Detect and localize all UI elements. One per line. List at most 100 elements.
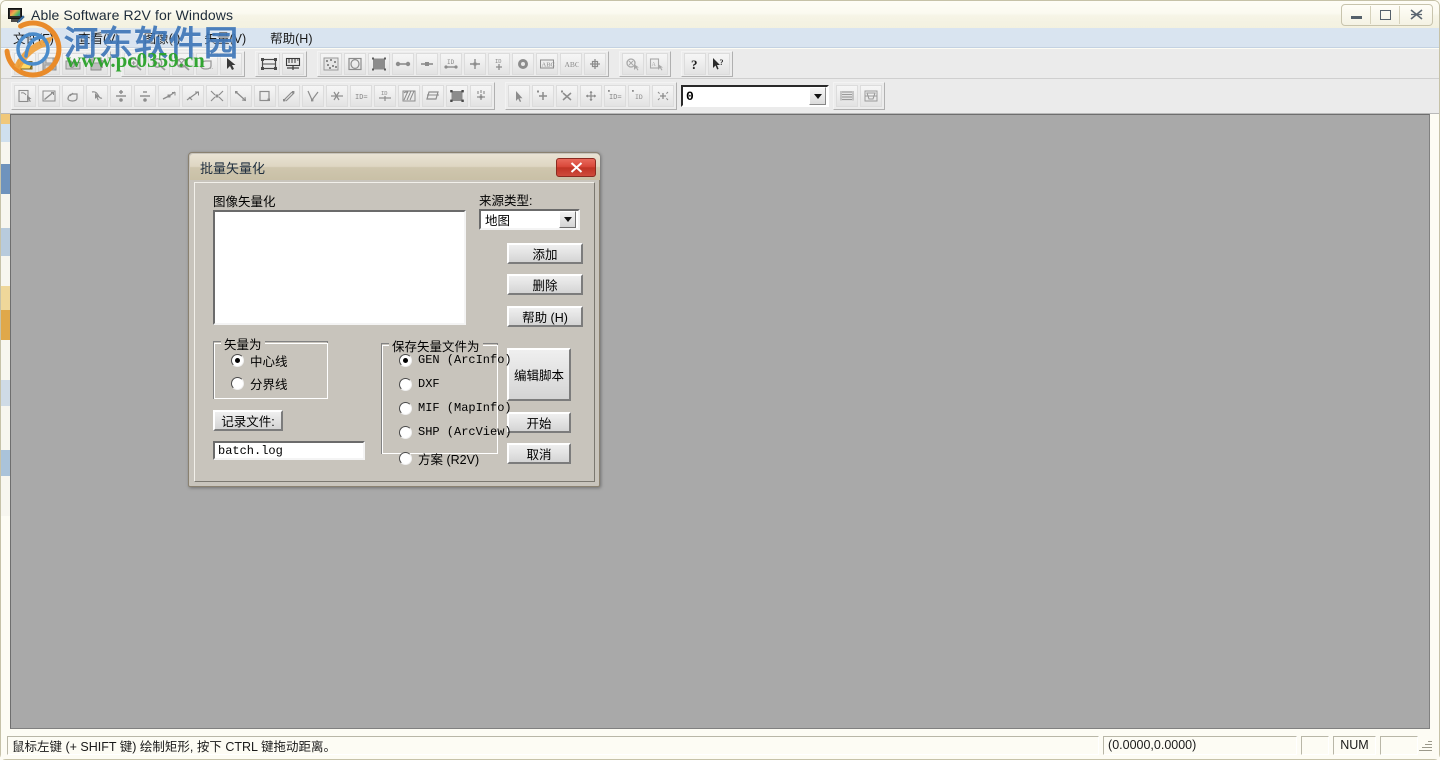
point-id-show-icon[interactable]: ID: [628, 85, 650, 107]
line-node-icon[interactable]: [392, 52, 414, 75]
toolbar-group-image-ops: [255, 50, 307, 77]
statusbar: 鼠标左键 (+ SHIFT 键) 绘制矩形, 按下 CTRL 键拖动距离。 (0…: [1, 731, 1439, 759]
image-crop-icon[interactable]: [258, 52, 280, 75]
highlight-point-icon[interactable]: [652, 85, 674, 107]
node-marker-icon[interactable]: [584, 52, 606, 75]
raster-frame-icon[interactable]: [344, 52, 366, 75]
collapse-nodes-icon[interactable]: [206, 85, 228, 107]
help-question-icon[interactable]: ?: [684, 52, 706, 75]
minimize-button[interactable]: [1342, 5, 1371, 24]
status-message: 鼠标左键 (+ SHIFT 键) 绘制矩形, 按下 CTRL 键拖动距离。: [7, 735, 1100, 755]
point-id-edit-icon[interactable]: ID=: [604, 85, 626, 107]
split-line-icon[interactable]: [158, 85, 180, 107]
parallel-line-icon[interactable]: [278, 85, 300, 107]
log-file-button[interactable]: 记录文件:: [213, 410, 283, 431]
layer-select-combo[interactable]: 0: [681, 85, 829, 107]
radio-boundary[interactable]: 分界线: [231, 374, 288, 393]
angle-line-icon[interactable]: [302, 85, 324, 107]
resize-grip[interactable]: [1418, 738, 1432, 752]
save-disk-icon[interactable]: [38, 52, 60, 75]
rectangle-icon[interactable]: [254, 85, 276, 107]
maximize-button[interactable]: [1371, 5, 1400, 24]
edit-script-button[interactable]: 编辑脚本: [507, 348, 571, 401]
raster-noise-icon[interactable]: [320, 52, 342, 75]
log-file-input[interactable]: batch.log: [213, 441, 365, 460]
layer-properties-icon[interactable]: [860, 85, 882, 107]
raster-fill-icon[interactable]: [368, 52, 390, 75]
chevron-down-icon[interactable]: [809, 87, 826, 105]
delete-button[interactable]: 删除: [507, 274, 583, 295]
menu-help[interactable]: 帮助(H): [258, 26, 324, 49]
dialog-close-button[interactable]: [556, 157, 596, 177]
layer-select-value: 0: [686, 88, 694, 104]
select-text-icon[interactable]: A: [646, 52, 668, 75]
status-pane-small: [1300, 735, 1329, 755]
pointer-small-icon[interactable]: [508, 85, 530, 107]
menu-image[interactable]: 图像(I): [132, 26, 193, 49]
move-point-icon[interactable]: [580, 85, 602, 107]
draw-line-icon[interactable]: [38, 85, 60, 107]
arrow-select-icon[interactable]: [220, 52, 242, 75]
hatch-area-icon[interactable]: [398, 85, 420, 107]
start-button[interactable]: 开始: [507, 412, 571, 433]
open-folder-icon[interactable]: [14, 52, 36, 75]
source-type-combo[interactable]: 地图: [479, 209, 580, 230]
zoom-out-icon[interactable]: [148, 52, 170, 75]
toolbar-group-vector-display: ID ID ABC ABC: [317, 50, 609, 77]
add-node-icon[interactable]: [110, 85, 132, 107]
trace-hand-icon[interactable]: [62, 85, 84, 107]
line-id-icon[interactable]: ID: [440, 52, 462, 75]
cut-line-icon[interactable]: [326, 85, 348, 107]
circle-target-icon[interactable]: [512, 52, 534, 75]
menu-vector[interactable]: 矢量(V): [192, 26, 258, 49]
point-id-icon[interactable]: ID: [488, 52, 510, 75]
layers-list-icon[interactable]: [836, 85, 858, 107]
polygon-icon[interactable]: [422, 85, 444, 107]
pan-hand-icon[interactable]: ..: [196, 52, 218, 75]
help-context-icon[interactable]: ?: [708, 52, 730, 75]
close-button[interactable]: [1400, 6, 1432, 24]
point-cross-icon[interactable]: [464, 52, 486, 75]
radio-shp-arcview[interactable]: SHP (ArcView): [399, 425, 512, 439]
menu-view[interactable]: 查看(V): [66, 26, 132, 49]
toolbar-group-layers: [833, 82, 885, 110]
menubar: 文件(F) 查看(V) 图像(I) 矢量(V) 帮助(H): [1, 28, 1439, 48]
follow-line-icon[interactable]: [86, 85, 108, 107]
image-register-icon[interactable]: [282, 52, 304, 75]
join-line-icon[interactable]: [182, 85, 204, 107]
delete-node-icon[interactable]: [134, 85, 156, 107]
svg-text:ID: ID: [635, 93, 643, 101]
add-point-icon[interactable]: [532, 85, 554, 107]
radio-mif-mapinfo[interactable]: MIF (MapInfo): [399, 401, 512, 415]
fill-polygon-icon[interactable]: [446, 85, 468, 107]
chevron-down-icon[interactable]: [559, 211, 576, 228]
move-node-icon[interactable]: [230, 85, 252, 107]
cancel-button[interactable]: 取消: [507, 443, 571, 464]
line-endpoint-icon[interactable]: [416, 52, 438, 75]
toolbar-group-select: A: [619, 50, 671, 77]
source-type-label: 来源类型:: [479, 194, 533, 208]
edit-vector-icon[interactable]: [14, 85, 36, 107]
zoom-in-icon[interactable]: [124, 52, 146, 75]
window-controls: [1341, 3, 1433, 26]
radio-dxf[interactable]: DXF: [399, 377, 440, 391]
line-attr-icon[interactable]: ID: [374, 85, 396, 107]
radio-scheme-r2v[interactable]: 方案 (R2V): [399, 449, 479, 468]
import-image-icon[interactable]: [62, 52, 84, 75]
menu-file[interactable]: 文件(F): [1, 26, 66, 49]
text-abc-boxed-icon[interactable]: ABC: [536, 52, 558, 75]
radio-centerline[interactable]: 中心线: [231, 351, 288, 370]
image-list-box[interactable]: [213, 210, 466, 325]
zoom-fit-icon[interactable]: [172, 52, 194, 75]
save-image-icon[interactable]: [86, 52, 108, 75]
add-button[interactable]: 添加: [507, 243, 583, 264]
centroid-icon[interactable]: [470, 85, 492, 107]
help-button[interactable]: 帮助 (H): [507, 306, 583, 327]
radio-gen-arcinfo[interactable]: GEN (ArcInfo): [399, 353, 512, 367]
radio-label: 方案 (R2V): [418, 453, 480, 467]
line-id-label-icon[interactable]: ID=: [350, 85, 372, 107]
select-circle-icon[interactable]: [622, 52, 644, 75]
text-abc-icon[interactable]: ABC: [560, 52, 582, 75]
radio-label: MIF (MapInfo): [418, 401, 512, 415]
delete-point-icon[interactable]: [556, 85, 578, 107]
